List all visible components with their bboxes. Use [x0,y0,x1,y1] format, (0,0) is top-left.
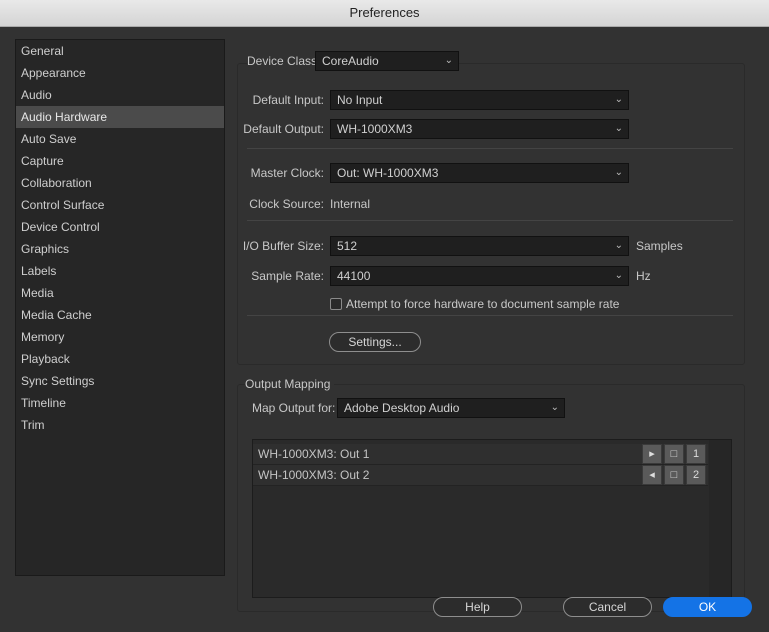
chevron-down-icon: ⌄ [614,123,623,134]
output-channel-label: WH-1000XM3: Out 2 [258,468,370,482]
master-clock-value: Out: WH-1000XM3 [337,166,439,180]
sidebar-item-timeline[interactable]: Timeline [16,392,224,414]
sample-rate-label: Sample Rate: [251,269,324,283]
map-output-for-label: Map Output for: [252,401,336,415]
ok-button[interactable]: OK [663,597,752,617]
cancel-button[interactable]: Cancel [563,597,652,617]
speaker-left-icon[interactable]: ▸ [642,444,662,464]
chevron-down-icon: ⌄ [614,270,623,281]
buffer-size-select[interactable]: 512 ⌄ [330,236,629,256]
sidebar-item-memory[interactable]: Memory [16,326,224,348]
default-output-select[interactable]: WH-1000XM3 ⌄ [330,119,629,139]
sidebar-item-auto-save[interactable]: Auto Save [16,128,224,150]
speaker-right-icon[interactable]: ◂ [642,465,662,485]
output-channel-label: WH-1000XM3: Out 1 [258,447,370,461]
channel-map-icon[interactable]: □ [664,465,684,485]
sidebar-item-audio[interactable]: Audio [16,84,224,106]
sidebar-item-appearance[interactable]: Appearance [16,62,224,84]
channel-number[interactable]: 1 [686,444,706,464]
list-item[interactable]: WH-1000XM3: Out 1 ▸ □ 1 [253,444,708,465]
sidebar-item-sync-settings[interactable]: Sync Settings [16,370,224,392]
settings-button[interactable]: Settings... [329,332,421,352]
divider [247,148,733,149]
master-clock-label: Master Clock: [250,166,324,180]
default-output-value: WH-1000XM3 [337,122,413,136]
chevron-down-icon: ⌄ [614,94,623,105]
sidebar-item-collaboration[interactable]: Collaboration [16,172,224,194]
master-clock-select[interactable]: Out: WH-1000XM3 ⌄ [330,163,629,183]
chevron-down-icon: ⌄ [550,402,559,413]
sidebar-item-control-surface[interactable]: Control Surface [16,194,224,216]
map-output-for-value: Adobe Desktop Audio [344,401,460,415]
sidebar-item-playback[interactable]: Playback [16,348,224,370]
sidebar-item-capture[interactable]: Capture [16,150,224,172]
sample-rate-unit: Hz [636,269,651,283]
force-sample-rate-checkbox[interactable] [330,298,342,310]
divider [247,220,733,221]
divider [247,315,733,316]
sidebar-item-media[interactable]: Media [16,282,224,304]
default-output-label: Default Output: [243,122,324,136]
device-class-label: Device Class: [247,54,325,68]
device-class-value: CoreAudio [322,54,379,68]
default-input-select[interactable]: No Input ⌄ [330,90,629,110]
sidebar-item-trim[interactable]: Trim [16,414,224,436]
chevron-down-icon: ⌄ [614,167,623,178]
chevron-down-icon: ⌄ [614,240,623,251]
sidebar-item-graphics[interactable]: Graphics [16,238,224,260]
help-button[interactable]: Help [433,597,522,617]
sidebar: General Appearance Audio Audio Hardware … [15,39,225,576]
default-input-value: No Input [337,93,383,107]
sample-rate-select[interactable]: 44100 ⌄ [330,266,629,286]
device-class-select[interactable]: CoreAudio ⌄ [315,51,459,71]
buffer-size-label: I/O Buffer Size: [242,239,324,253]
default-input-label: Default Input: [252,93,324,107]
buffer-size-value: 512 [337,239,358,253]
sample-rate-value: 44100 [337,269,371,283]
clock-source-label: Clock Source: [249,197,324,211]
scrollbar[interactable] [709,440,731,597]
sidebar-item-general[interactable]: General [16,40,224,62]
output-mapping-list: WH-1000XM3: Out 1 ▸ □ 1 WH-1000XM3: Out … [252,439,732,598]
channel-map-icon[interactable]: □ [664,444,684,464]
chevron-down-icon: ⌄ [444,55,453,66]
sidebar-item-device-control[interactable]: Device Control [16,216,224,238]
sidebar-item-labels[interactable]: Labels [16,260,224,282]
force-sample-rate-label: Attempt to force hardware to document sa… [346,297,620,311]
list-item[interactable]: WH-1000XM3: Out 2 ◂ □ 2 [253,465,708,486]
sidebar-item-audio-hardware[interactable]: Audio Hardware [16,106,224,128]
map-output-for-select[interactable]: Adobe Desktop Audio ⌄ [337,398,565,418]
buffer-unit: Samples [636,239,683,253]
output-mapping-title: Output Mapping [245,377,335,391]
channel-number[interactable]: 2 [686,465,706,485]
clock-source-value: Internal [330,197,371,211]
sidebar-item-media-cache[interactable]: Media Cache [16,304,224,326]
window-title: Preferences [0,0,769,27]
preferences-dialog: General Appearance Audio Audio Hardware … [0,27,769,632]
